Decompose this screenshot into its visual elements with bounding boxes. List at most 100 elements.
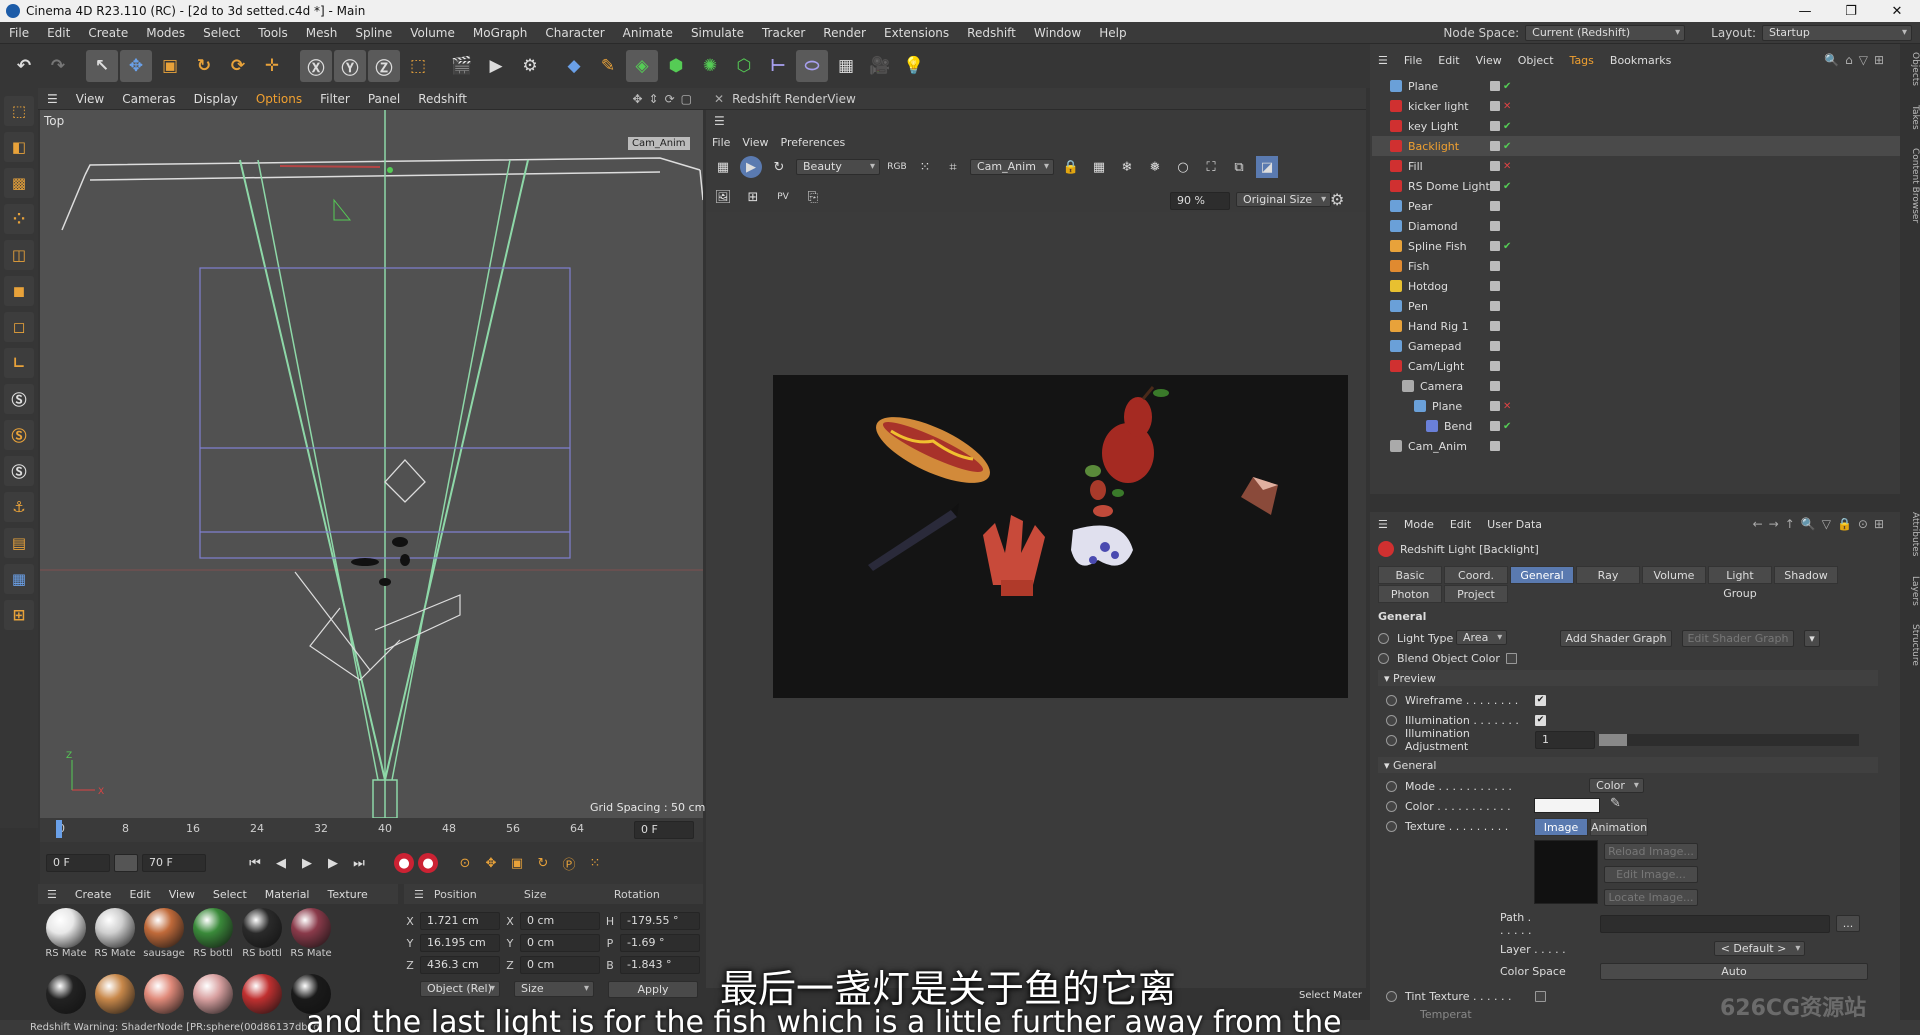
menu-edit[interactable]: Edit xyxy=(38,26,79,40)
renderview-clapper-icon[interactable]: ▦ xyxy=(712,156,734,178)
copy-icon[interactable]: ⎘ xyxy=(802,186,824,208)
key-scale-icon[interactable]: ▣ xyxy=(506,852,528,874)
attribute-menu-mode[interactable]: Mode xyxy=(1396,518,1442,531)
polygons-mode-icon[interactable]: ◼ xyxy=(4,276,34,306)
material-hamburger-icon[interactable]: ☰ xyxy=(38,888,66,901)
object-visibility-toggles[interactable]: ✕ xyxy=(1490,401,1511,412)
maximize-button[interactable]: ❐ xyxy=(1828,0,1874,22)
aov-dropdown[interactable]: Beauty xyxy=(796,159,880,175)
undo-icon[interactable]: ↶ xyxy=(8,50,40,82)
anim-radio[interactable] xyxy=(1386,694,1397,706)
attribute-nav-icons[interactable]: ←→↑🔍▽🔒⊙⊞ xyxy=(1753,517,1900,531)
coord-mode-dropdown[interactable]: Object (Rel) xyxy=(420,981,500,997)
object-row[interactable]: Camera xyxy=(1372,376,1900,396)
texture-image-tab[interactable]: Image xyxy=(1534,818,1588,836)
render-settings-icon[interactable]: ⚙ xyxy=(514,50,546,82)
attribute-tab[interactable]: General xyxy=(1510,566,1574,584)
object-row[interactable]: Spline Fish ✔ xyxy=(1372,236,1900,256)
viewport-menu-view[interactable]: View xyxy=(67,92,113,106)
object-menu-view[interactable]: View xyxy=(1468,54,1510,67)
start-frame-field[interactable]: 0 F xyxy=(46,854,110,872)
menu-select[interactable]: Select xyxy=(194,26,249,40)
reload-image-button[interactable]: Reload Image... xyxy=(1604,843,1698,860)
recent-tools-icon[interactable]: ⟳ xyxy=(222,50,254,82)
attribute-tab[interactable]: Light Group xyxy=(1708,566,1772,600)
object-row[interactable]: Gamepad xyxy=(1372,336,1900,356)
viewport-menu-cameras[interactable]: Cameras xyxy=(113,92,184,106)
side-tab-takes[interactable]: Takes xyxy=(1910,97,1920,138)
menu-modes[interactable]: Modes xyxy=(137,26,194,40)
edit-toggle-icon[interactable] xyxy=(1490,201,1500,211)
attribute-hamburger-icon[interactable]: ☰ xyxy=(1370,518,1396,531)
apply-button[interactable]: Apply xyxy=(608,980,698,998)
axis-mode-icon[interactable]: ∟ xyxy=(4,348,34,378)
object-visibility-toggles[interactable] xyxy=(1490,261,1500,271)
uv-mode-icon[interactable]: ◻ xyxy=(4,312,34,342)
size-x-field[interactable]: 0 cm xyxy=(520,912,600,930)
cloner-icon[interactable]: ✺ xyxy=(694,50,726,82)
zoom-field[interactable]: 90 % xyxy=(1170,192,1230,210)
edit-toggle-icon[interactable] xyxy=(1490,321,1500,331)
illumination-adjustment-slider[interactable] xyxy=(1599,734,1859,746)
go-to-start-icon[interactable]: ⏮ xyxy=(244,852,266,874)
add-tool-icon[interactable]: ✛ xyxy=(256,50,288,82)
object-visibility-toggles[interactable]: ✔ xyxy=(1490,421,1511,432)
object-visibility-toggles[interactable]: ✔ xyxy=(1490,141,1511,152)
snowflake-icon[interactable]: ❄ xyxy=(1116,156,1138,178)
menu-tracker[interactable]: Tracker xyxy=(753,26,814,40)
render-view-icon[interactable]: 🎬 xyxy=(446,50,478,82)
size-y-field[interactable]: 0 cm xyxy=(520,934,600,952)
overlay-icon[interactable]: ◪ xyxy=(1256,156,1278,178)
edit-toggle-icon[interactable] xyxy=(1490,241,1500,251)
material-menu-edit[interactable]: Edit xyxy=(120,888,159,901)
anim-radio[interactable] xyxy=(1386,800,1397,812)
anim-radio[interactable] xyxy=(1378,632,1389,644)
close-button[interactable]: ✕ xyxy=(1874,0,1920,22)
lock-icon[interactable]: 🔒 xyxy=(1060,156,1082,178)
side-tab-structure[interactable]: Structure xyxy=(1910,616,1920,674)
object-row[interactable]: kicker light ✕ xyxy=(1372,96,1900,116)
object-row[interactable]: Backlight ✔ xyxy=(1372,136,1900,156)
edit-toggle-icon[interactable] xyxy=(1490,181,1500,191)
viewport-menu-redshift[interactable]: Redshift xyxy=(409,92,476,106)
texture-mode-icon[interactable]: ▩ xyxy=(4,168,34,198)
size-dropdown[interactable]: Original Size xyxy=(1236,192,1332,207)
snowflake2-icon[interactable]: ❅ xyxy=(1144,156,1166,178)
edit-toggle-icon[interactable] xyxy=(1490,221,1500,231)
edit-toggle-icon[interactable] xyxy=(1490,261,1500,271)
timeline-ruler[interactable]: 0 8 16 24 32 40 48 56 64 0 F xyxy=(40,818,703,842)
enabled-check-icon[interactable]: ✔ xyxy=(1503,241,1511,252)
viewport-menu-display[interactable]: Display xyxy=(185,92,247,106)
camera-dropdown[interactable]: Cam_Anim xyxy=(970,159,1054,175)
edit-toggle-icon[interactable] xyxy=(1490,281,1500,291)
play-icon[interactable]: ▶ xyxy=(296,852,318,874)
renderview-start-icon[interactable]: ▶ xyxy=(740,156,762,178)
material-swatch[interactable]: RS bottl xyxy=(239,908,285,964)
object-visibility-toggles[interactable] xyxy=(1490,301,1500,311)
preview-section-header[interactable] xyxy=(1378,670,1878,686)
path-field[interactable] xyxy=(1600,915,1830,933)
menu-mograph[interactable]: MoGraph xyxy=(464,26,537,40)
range-slider[interactable] xyxy=(114,854,138,872)
attribute-tab[interactable]: Volume xyxy=(1642,566,1706,584)
material-menu-texture[interactable]: Texture xyxy=(318,888,376,901)
scale-tool-icon[interactable]: ▣ xyxy=(154,50,186,82)
edit-shader-graph-button[interactable]: Edit Shader Graph xyxy=(1682,630,1794,647)
menu-create[interactable]: Create xyxy=(79,26,137,40)
illumination-checkbox[interactable]: ✔ xyxy=(1535,714,1546,726)
menu-spline[interactable]: Spline xyxy=(346,26,401,40)
menu-redshift[interactable]: Redshift xyxy=(958,26,1025,40)
light-icon[interactable]: 💡 xyxy=(898,50,930,82)
y-axis-icon[interactable]: Ⓨ xyxy=(334,50,366,82)
anim-radio[interactable] xyxy=(1386,780,1397,792)
object-row[interactable]: Cam/Light xyxy=(1372,356,1900,376)
field-icon[interactable]: ⬭ xyxy=(796,50,828,82)
size-z-field[interactable]: 0 cm xyxy=(520,956,600,974)
array-icon[interactable]: ⬡ xyxy=(728,50,760,82)
menu-mesh[interactable]: Mesh xyxy=(297,26,347,40)
menu-animate[interactable]: Animate xyxy=(614,26,682,40)
go-to-end-icon[interactable]: ⏭ xyxy=(348,852,370,874)
attribute-tab[interactable]: Coord. xyxy=(1444,566,1508,584)
node-space-dropdown[interactable]: Current (Redshift) xyxy=(1525,25,1686,41)
viewport-hamburger-icon[interactable]: ☰ xyxy=(38,92,67,106)
